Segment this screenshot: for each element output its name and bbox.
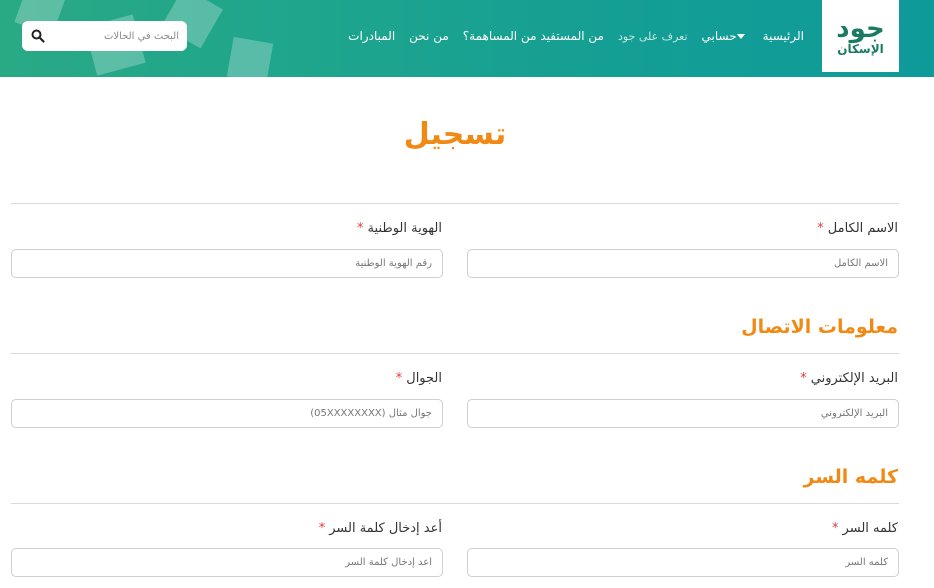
- email-field[interactable]: [467, 399, 899, 428]
- password-label-text: كلمه السر: [842, 521, 898, 536]
- required-mark: *: [357, 221, 364, 236]
- divider: [11, 203, 899, 204]
- confirm-password-label-text: أعد إدخال كلمة السر: [329, 521, 442, 536]
- mobile-label-text: الجوال: [406, 371, 442, 386]
- contact-section-title: معلومات الاتصال: [741, 316, 898, 338]
- main-nav: الرئيسية حسابي تعرف على جود من المستفيد …: [348, 26, 804, 46]
- divider: [11, 353, 899, 354]
- nav-who-we-are[interactable]: من نحن: [409, 29, 449, 43]
- required-mark: *: [800, 371, 807, 386]
- chevron-down-icon: [736, 34, 745, 39]
- nav-initiatives[interactable]: المبادرات: [348, 29, 395, 43]
- logo-main-text: جود: [836, 14, 885, 44]
- mobile-field[interactable]: [11, 399, 443, 428]
- full-name-field[interactable]: [467, 249, 899, 278]
- national-id-label: الهوية الوطنية*: [357, 221, 442, 236]
- page-title: تسجيل: [403, 117, 507, 152]
- divider: [11, 503, 899, 504]
- full-name-label-text: الاسم الكامل: [827, 221, 898, 236]
- email-label: البريد الإلكتروني*: [800, 371, 898, 386]
- required-mark: *: [817, 221, 824, 236]
- password-section-title: كلمه السر: [803, 466, 898, 488]
- nav-about[interactable]: تعرف على جود: [618, 30, 688, 43]
- national-id-label-text: الهوية الوطنية: [367, 221, 442, 236]
- national-id-field[interactable]: [11, 249, 443, 278]
- password-field[interactable]: [467, 548, 899, 577]
- confirm-password-field[interactable]: [11, 548, 443, 577]
- nav-home[interactable]: الرئيسية: [763, 29, 804, 43]
- search-input[interactable]: [49, 23, 179, 49]
- site-logo[interactable]: جود الإسكان: [822, 0, 899, 72]
- nav-beneficiary[interactable]: من المستفيد من المساهمة؟: [463, 29, 604, 43]
- password-label: كلمه السر*: [832, 521, 898, 536]
- logo-sub-text: الإسكان: [837, 42, 884, 56]
- search-icon[interactable]: [31, 29, 45, 43]
- email-label-text: البريد الإلكتروني: [810, 371, 898, 386]
- confirm-password-label: أعد إدخال كلمة السر*: [319, 521, 442, 536]
- required-mark: *: [832, 521, 839, 536]
- required-mark: *: [318, 521, 326, 536]
- required-mark: *: [395, 371, 403, 386]
- search-box: [22, 21, 187, 51]
- mobile-label: الجوال*: [396, 371, 442, 386]
- nav-account[interactable]: حسابي: [702, 29, 749, 43]
- full-name-label: الاسم الكامل*: [817, 221, 898, 236]
- nav-account-label: حسابي: [701, 29, 737, 43]
- site-header: جود الإسكان الرئيسية حسابي تعرف على جود …: [0, 0, 934, 77]
